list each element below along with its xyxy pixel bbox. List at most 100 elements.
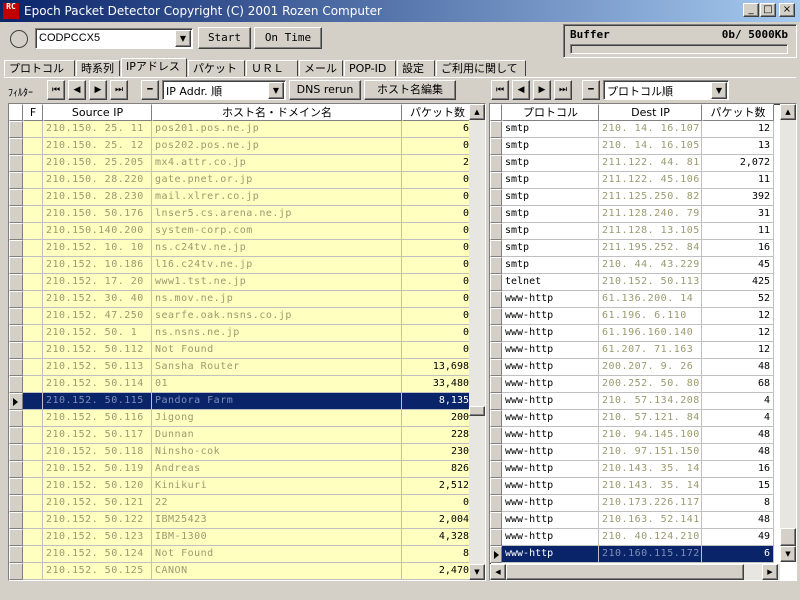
tab-1[interactable]: 時系列 — [76, 60, 120, 76]
cell-proto: smtp — [502, 138, 599, 155]
cell-host: CANON — [152, 563, 402, 580]
cell-flag — [23, 512, 43, 529]
prev-record-button[interactable]: ◀ — [68, 80, 86, 100]
cell-count: 48 — [702, 359, 774, 376]
row-indicator — [490, 121, 502, 138]
cell-count: 0 — [402, 257, 473, 274]
right-horizontal-scrollbar[interactable]: ◀ ▶ — [490, 564, 780, 580]
cell-ip: 210. 57.121. 84 — [599, 410, 702, 427]
cell-count: 2,470 — [402, 563, 473, 580]
row-indicator — [9, 478, 23, 495]
cell-flag — [23, 529, 43, 546]
cell-flag — [23, 223, 43, 240]
column-header[interactable] — [9, 104, 23, 121]
row-indicator — [490, 529, 502, 546]
cell-host: ns.nsns.ne.jp — [152, 325, 402, 342]
delete-record-button[interactable]: ━ — [141, 80, 159, 100]
right-last-record-button[interactable]: ⏭ — [554, 80, 572, 100]
minimize-button[interactable]: _ — [743, 3, 759, 17]
scroll-up-icon[interactable]: ▲ — [780, 104, 796, 120]
row-indicator — [9, 410, 23, 427]
right-next-record-button[interactable]: ▶ — [533, 80, 551, 100]
cell-flag — [23, 495, 43, 512]
right-first-record-button[interactable]: ⏮ — [491, 80, 509, 100]
tab-8[interactable]: ご利用に関して — [436, 60, 526, 76]
dest-ip-table: プロトコル Dest IP パケット数 smtp 210. 14. 16.107 12 s… — [489, 103, 797, 581]
last-record-button[interactable]: ⏭ — [110, 80, 128, 100]
first-record-button[interactable]: ⏮ — [47, 80, 65, 100]
cell-host: 01 — [152, 376, 402, 393]
cell-host: ns.c24tv.ne.jp — [152, 240, 402, 257]
row-indicator — [9, 529, 23, 546]
next-record-button[interactable]: ▶ — [89, 80, 107, 100]
tab-0[interactable]: プロトコル — [4, 60, 75, 76]
right-vertical-scrollbar[interactable]: ▲ ▼ — [780, 104, 796, 562]
row-indicator — [9, 189, 23, 206]
cell-flag — [23, 359, 43, 376]
cell-flag — [23, 563, 43, 580]
cell-ip: 210.152. 50.116 — [43, 410, 152, 427]
tab-4[interactable]: ＵＲＬ — [246, 60, 298, 76]
cell-host: 22 — [152, 495, 402, 512]
scroll-down-icon[interactable]: ▼ — [780, 546, 796, 562]
row-indicator — [9, 257, 23, 274]
title-bar[interactable]: RC Epoch Packet Detector Copyright (C) 2… — [0, 0, 800, 22]
column-header[interactable]: プロトコル — [502, 104, 599, 121]
cell-count: 4,328 — [402, 529, 473, 546]
cell-flag — [23, 121, 43, 138]
column-header[interactable]: パケット数 — [702, 104, 774, 121]
capture-status-icon — [10, 30, 28, 48]
scroll-up-icon[interactable]: ▲ — [469, 104, 485, 120]
device-select[interactable]: CODPCCX5 ▼ — [35, 28, 193, 49]
chevron-down-icon[interactable]: ▼ — [268, 82, 284, 99]
cell-host: searfe.oak.nsns.co.jp — [152, 308, 402, 325]
column-header[interactable]: Source IP — [43, 104, 152, 121]
cell-host: Not Found — [152, 546, 402, 563]
scroll-left-icon[interactable]: ◀ — [490, 564, 506, 580]
row-indicator — [490, 393, 502, 410]
scroll-thumb[interactable] — [469, 406, 485, 416]
left-sort-select[interactable]: IP Addr. 順 ▼ — [162, 80, 286, 100]
column-header[interactable]: F — [23, 104, 43, 121]
cell-ip: 210.152. 50.124 — [43, 546, 152, 563]
column-header[interactable]: Dest IP — [599, 104, 702, 121]
right-delete-record-button[interactable]: ━ — [582, 80, 600, 100]
tab-3[interactable]: パケット — [188, 60, 245, 76]
on-time-button[interactable]: On Time — [254, 27, 322, 49]
chevron-down-icon[interactable]: ▼ — [175, 30, 191, 47]
row-indicator — [490, 495, 502, 512]
scroll-thumb[interactable] — [780, 528, 796, 546]
cell-count: 12 — [702, 308, 774, 325]
cell-count: 16 — [702, 461, 774, 478]
row-indicator — [9, 138, 23, 155]
cell-count: 2,512 — [402, 478, 473, 495]
cell-count: 0 — [402, 206, 473, 223]
tab-6[interactable]: POP-ID — [344, 60, 396, 76]
scroll-down-icon[interactable]: ▼ — [469, 564, 485, 580]
host-edit-button[interactable]: ホスト名編集 — [364, 80, 456, 100]
cell-host: pos201.pos.ne.jp — [152, 121, 402, 138]
tab-2[interactable]: IPアドレス — [121, 58, 187, 77]
cell-host: mx4.attr.co.jp — [152, 155, 402, 172]
column-header[interactable] — [490, 104, 502, 121]
start-button[interactable]: Start — [198, 27, 251, 49]
row-indicator — [490, 342, 502, 359]
left-vertical-scrollbar[interactable]: ▲ ▼ — [469, 104, 485, 580]
chevron-down-icon[interactable]: ▼ — [711, 82, 727, 99]
scroll-thumb[interactable] — [506, 564, 744, 580]
close-button[interactable]: × — [779, 3, 795, 17]
tab-5[interactable]: メール — [299, 60, 343, 76]
right-sort-select[interactable]: プロトコル順 ▼ — [603, 80, 729, 100]
cell-count: 33,480 — [402, 376, 473, 393]
cell-ip: 210.150. 25. 11 — [43, 121, 152, 138]
tab-7[interactable]: 設定 — [397, 60, 435, 76]
column-header[interactable]: ホスト名・ドメイン名 — [152, 104, 402, 121]
row-indicator — [9, 444, 23, 461]
column-header[interactable]: パケット数 — [402, 104, 473, 121]
cell-host: Sansha Router — [152, 359, 402, 376]
dns-rerun-button[interactable]: DNS rerun — [289, 80, 361, 100]
right-prev-record-button[interactable]: ◀ — [512, 80, 530, 100]
maximize-button[interactable]: □ — [760, 3, 776, 17]
cell-flag — [23, 155, 43, 172]
scroll-right-icon[interactable]: ▶ — [762, 564, 778, 580]
